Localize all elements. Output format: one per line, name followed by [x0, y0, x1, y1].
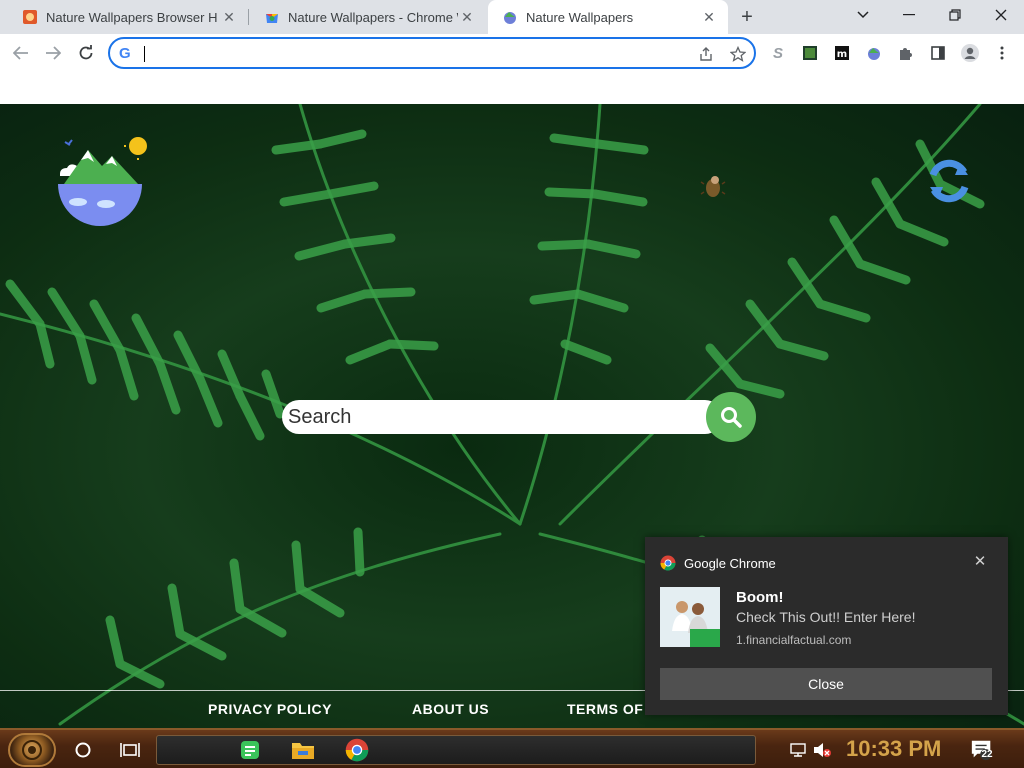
search-icon	[721, 407, 742, 428]
chrome-webstore-favicon-icon	[266, 14, 278, 23]
address-input[interactable]	[142, 42, 682, 64]
tab-nature-wallpapers-active[interactable]: Nature Wallpapers ✕	[488, 0, 728, 34]
taskbar-clock[interactable]: 10:33 PM	[846, 736, 941, 762]
about-us-link[interactable]: ABOUT US	[412, 701, 489, 717]
notification-source: 1.financialfactual.com	[736, 633, 852, 647]
forward-button[interactable]	[40, 40, 66, 66]
tab-strip: Nature Wallpapers Browser H ✕ Nature Wal…	[0, 0, 1024, 34]
search-box	[282, 400, 722, 434]
reload-button[interactable]	[73, 40, 99, 66]
terms-link[interactable]: TERMS OF	[567, 701, 643, 717]
steampunk-gear-icon	[22, 740, 42, 760]
minimize-button[interactable]	[886, 0, 932, 30]
bug-sprite-icon	[700, 176, 726, 197]
profile-avatar-icon[interactable]	[960, 43, 980, 63]
chrome-taskbar-icon[interactable]	[345, 738, 369, 762]
google-chrome-icon	[660, 555, 676, 571]
refresh-wallpaper-icon[interactable]	[924, 156, 974, 206]
browser-toolbar: G S m	[0, 34, 1024, 72]
tab-title: Nature Wallpapers	[526, 9, 634, 25]
nature-wallpapers-favicon-icon	[23, 10, 37, 24]
close-tab-icon[interactable]: ✕	[458, 8, 476, 26]
tab-title: Nature Wallpapers - Chrome W	[288, 9, 458, 25]
notification-dismiss-icon[interactable]: ✕	[971, 552, 989, 570]
chrome-notification-toast[interactable]: Google Chrome ✕ Boom! Check This Out!! E…	[645, 537, 1008, 715]
extension-nature-wallpapers-icon[interactable]	[864, 43, 884, 63]
extensions-puzzle-icon[interactable]	[896, 43, 916, 63]
close-tab-icon[interactable]: ✕	[700, 8, 718, 26]
search-button[interactable]	[706, 392, 756, 442]
svg-text:m: m	[837, 49, 847, 60]
restore-button[interactable]	[932, 0, 978, 30]
start-button[interactable]	[8, 733, 56, 767]
chrome-menu-kebab-icon[interactable]	[992, 43, 1012, 63]
extension-s-icon[interactable]: S	[768, 43, 788, 63]
tab-title: Nature Wallpapers Browser H	[46, 9, 218, 25]
google-g-icon: G	[119, 45, 131, 62]
notification-thumbnail-image	[660, 587, 720, 647]
bookmark-star-icon[interactable]	[728, 44, 748, 64]
extension-m-icon[interactable]: m	[832, 43, 852, 63]
volume-muted-tray-icon[interactable]	[810, 738, 834, 762]
search-input[interactable]	[288, 404, 698, 430]
nature-wallpapers-logo[interactable]	[50, 134, 150, 234]
new-tab-button[interactable]: +	[735, 5, 759, 29]
notification-title: Boom!	[736, 589, 784, 606]
tab-chrome-webstore[interactable]: Nature Wallpapers - Chrome W ✕	[250, 0, 486, 34]
back-button[interactable]	[8, 40, 34, 66]
notification-app-name: Google Chrome	[684, 555, 776, 571]
notification-body: Check This Out!! Enter Here!	[736, 609, 916, 625]
tab-search-chevron-icon[interactable]	[840, 0, 886, 30]
notification-header: Google Chrome	[660, 555, 776, 571]
text-caret	[144, 46, 145, 62]
side-panel-icon[interactable]	[928, 43, 948, 63]
privacy-policy-link[interactable]: PRIVACY POLICY	[208, 701, 332, 717]
file-explorer-icon[interactable]	[291, 738, 315, 762]
network-tray-icon[interactable]	[786, 738, 810, 762]
notification-count-badge: 22	[981, 749, 993, 760]
notification-close-button[interactable]: Close	[660, 668, 992, 700]
close-window-button[interactable]	[978, 0, 1024, 30]
task-view-icon[interactable]	[118, 738, 142, 762]
bookmark-bar	[0, 72, 1024, 104]
taskbar: 10:33 PM 22	[0, 728, 1024, 768]
share-icon[interactable]	[696, 44, 716, 64]
cortana-search-icon[interactable]	[71, 738, 95, 762]
notes-app-icon[interactable]	[238, 738, 262, 762]
tab-nature-wallpapers-browser[interactable]: Nature Wallpapers Browser H ✕	[8, 0, 248, 34]
address-bar[interactable]: G	[108, 37, 756, 69]
tab-separator	[248, 9, 249, 25]
nature-wallpapers-logo-favicon-icon	[504, 12, 516, 24]
extension-image-icon[interactable]	[800, 43, 820, 63]
close-tab-icon[interactable]: ✕	[220, 8, 238, 26]
